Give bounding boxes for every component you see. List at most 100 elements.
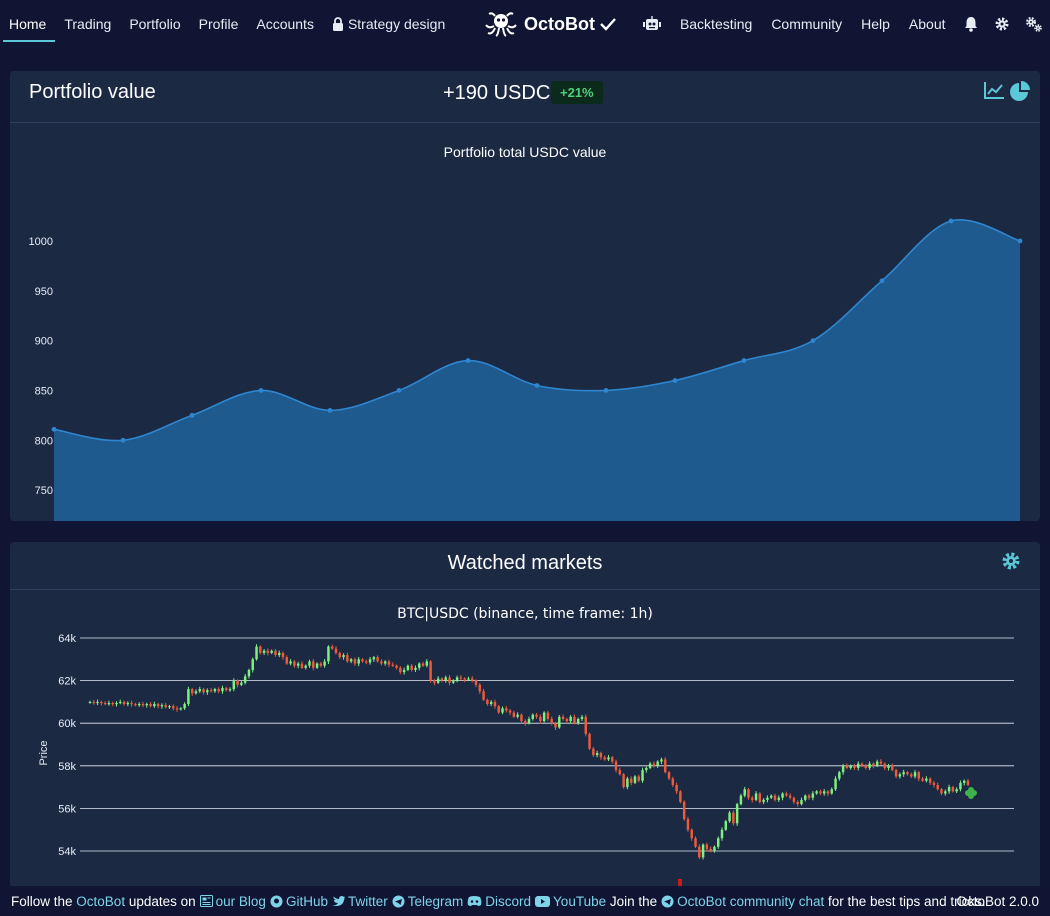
btc-candle <box>766 797 769 800</box>
gear-icon[interactable] <box>1001 551 1021 571</box>
telegram-icon <box>392 895 405 907</box>
nav-help[interactable]: Help <box>852 0 900 48</box>
btc-candle <box>277 652 281 656</box>
nav-backtesting[interactable]: Backtesting <box>670 0 761 48</box>
btc-candle <box>262 650 266 653</box>
nav-trading[interactable]: Trading <box>55 0 120 48</box>
nav-strategy-design[interactable]: Strategy design <box>323 0 454 48</box>
btc-candle <box>792 797 796 803</box>
nav-about[interactable]: About <box>899 0 955 48</box>
btc-candle <box>516 714 519 717</box>
btc-candle <box>928 778 932 783</box>
footer-twitter-link[interactable]: Twitter <box>348 894 388 909</box>
btc-candle <box>497 706 500 713</box>
btc-candle <box>217 689 220 692</box>
btc-candle <box>486 699 489 705</box>
btc-candle <box>160 705 164 707</box>
btc-candle <box>145 704 148 706</box>
btc-candle <box>474 680 478 685</box>
btc-candle <box>849 765 852 768</box>
btc-candle <box>452 680 455 683</box>
nav-profile[interactable]: Profile <box>190 0 248 48</box>
robot-button[interactable] <box>634 0 670 48</box>
advanced-settings-button[interactable] <box>1017 0 1050 48</box>
btc-candle <box>622 774 625 788</box>
btc-candle <box>327 646 330 662</box>
portfolio-card: Portfolio value +190 USDC +21% Portfolio… <box>10 71 1040 521</box>
footer-version: OctoBot 2.0.0 <box>956 894 1039 909</box>
portfolio-point-12 <box>879 278 885 284</box>
btc-candle <box>807 795 811 798</box>
footer-octobot-link[interactable]: OctoBot <box>76 894 125 909</box>
portfolio-profit: +190 USDC <box>443 82 551 104</box>
btc-candle <box>296 663 300 666</box>
btc-candle <box>891 765 894 771</box>
btc-candle <box>304 665 307 668</box>
footer-discord-link[interactable]: Discord <box>485 894 531 909</box>
btc-candle <box>198 689 201 692</box>
footer-youtube-link[interactable]: YouTube <box>553 894 606 909</box>
btc-candle <box>194 691 198 694</box>
btc-candle <box>190 689 194 694</box>
btc-candle <box>962 780 966 783</box>
btc-candle <box>440 678 444 681</box>
portfolio-point-6 <box>465 358 471 363</box>
check-icon <box>600 18 616 31</box>
brand[interactable]: OctoBot <box>484 10 617 38</box>
settings-button[interactable] <box>986 0 1017 48</box>
btc-candle <box>576 718 580 724</box>
footer-telegram-link[interactable]: Telegram <box>408 894 464 909</box>
pie-chart-icon[interactable] <box>1009 81 1031 103</box>
btc-candle <box>119 701 122 704</box>
btc-candle <box>243 676 247 683</box>
btc-candle <box>800 799 803 805</box>
btc-candle <box>266 650 270 653</box>
portfolio-ytick: 800 <box>35 435 53 447</box>
nav-portfolio[interactable]: Portfolio <box>120 0 189 48</box>
btc-candle <box>126 702 130 705</box>
btc-candle <box>860 763 864 766</box>
nav-community[interactable]: Community <box>762 0 852 48</box>
btc-candle <box>682 802 686 820</box>
line-chart-icon[interactable] <box>984 81 1005 100</box>
btc-candle <box>588 733 591 749</box>
btc-candle <box>550 718 553 724</box>
btc-candle <box>584 716 587 734</box>
btc-candle <box>232 680 236 690</box>
btc-candle <box>107 702 111 705</box>
btc-candle <box>357 659 360 664</box>
btc-candle <box>164 705 167 708</box>
btc-ytick: 58k <box>58 761 76 773</box>
btc-candle <box>614 761 618 771</box>
btc-candle <box>134 704 137 706</box>
btc-candle <box>236 680 239 685</box>
btc-candle <box>618 770 622 775</box>
btc-candle <box>607 757 610 760</box>
btc-candle <box>671 778 675 785</box>
btc-candle <box>482 691 485 700</box>
footer-github-link[interactable]: GitHub <box>286 894 328 909</box>
btc-candle <box>716 838 720 847</box>
btc-candle <box>247 669 251 677</box>
btc-candle <box>751 797 754 800</box>
btc-candle <box>349 659 353 662</box>
nav-home[interactable]: Home <box>0 0 56 48</box>
btc-candle <box>281 652 285 658</box>
btc-candle <box>459 677 463 679</box>
btc-candle <box>724 821 728 830</box>
portfolio-chart[interactable]: 7007508008509009501000Jun 24Jun 26Jun 28… <box>10 123 1040 521</box>
btc-candle <box>187 689 190 705</box>
btc-candle <box>925 778 928 781</box>
btc-candle <box>788 795 792 798</box>
notifications-button[interactable] <box>955 0 986 48</box>
nav-accounts[interactable]: Accounts <box>247 0 323 48</box>
footer-blog-link[interactable]: our Blog <box>216 894 266 909</box>
btc-candle <box>342 655 345 658</box>
btc-candle <box>122 701 126 705</box>
btc-candle <box>811 793 815 798</box>
portfolio-point-7 <box>534 383 540 388</box>
btc-candle <box>573 716 576 724</box>
btc-candle <box>505 708 508 711</box>
btc-chart[interactable]: 54k 56k 58k 60k 62k 64k Price <box>10 590 1040 892</box>
footer-community-chat-link[interactable]: OctoBot community chat <box>677 894 824 909</box>
